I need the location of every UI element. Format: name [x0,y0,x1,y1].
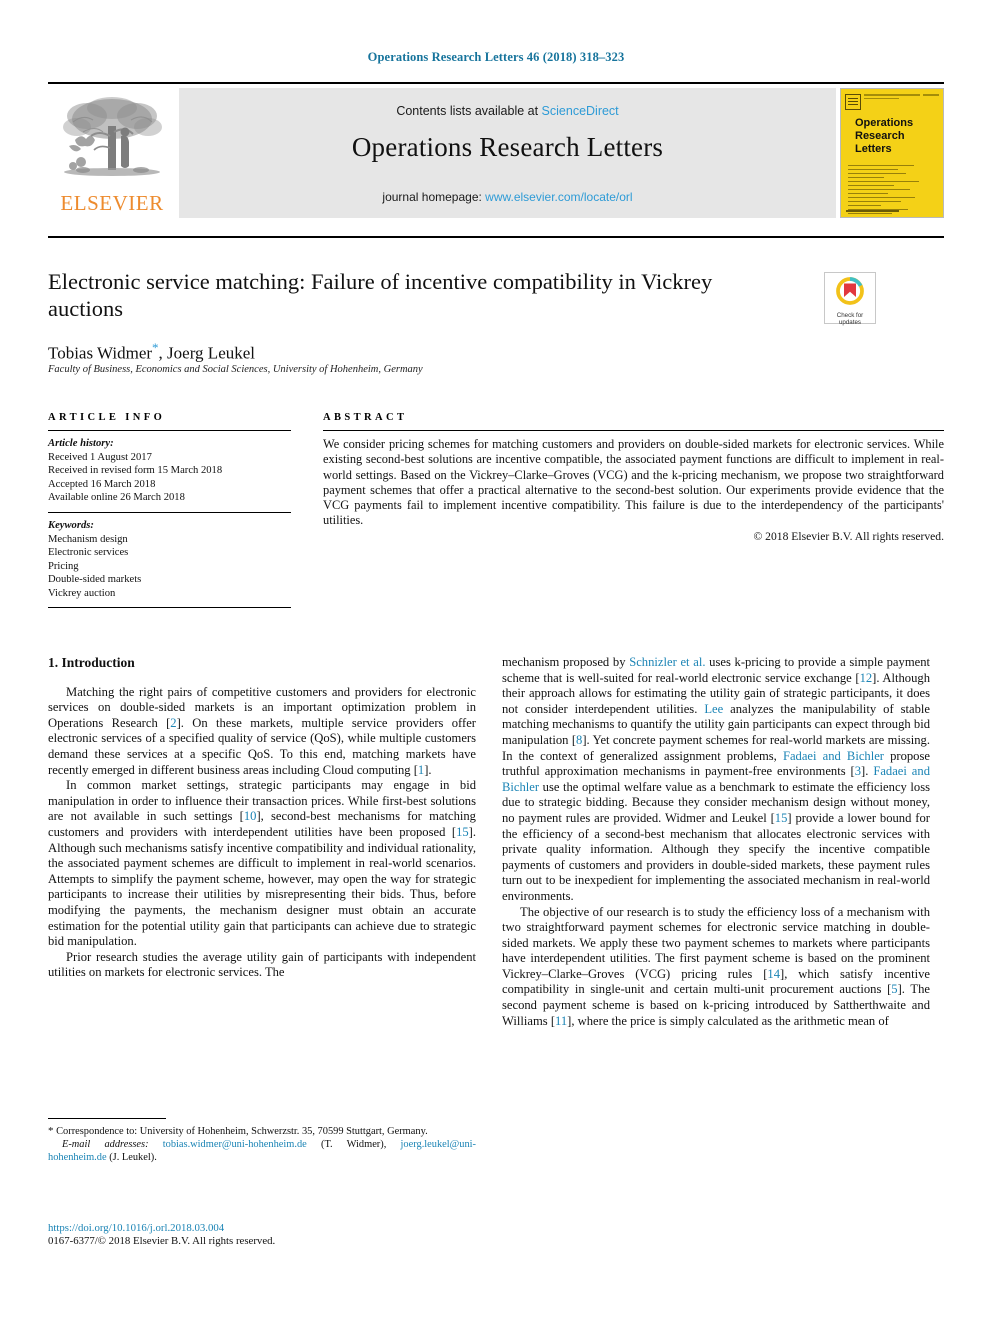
history-item: Received 1 August 2017 [48,451,152,463]
author-rest: , Joerg Leukel [158,343,256,363]
homepage-prefix: journal homepage: [382,190,486,204]
elsevier-wordmark: ELSEVIER [60,191,164,215]
article-history-block: Article history: Received 1 August 2017 … [48,437,291,505]
elsevier-tree-icon [63,97,162,176]
paragraph: Matching the right pairs of competitive … [48,684,476,777]
title-divider [48,236,944,238]
elsevier-logo: ELSEVIER [48,88,176,218]
running-head: Operations Research Letters 46 (2018) 31… [367,50,625,64]
abstract-text: We consider pricing schemes for matching… [323,437,944,528]
correspondence-note: * Correspondence to: University of Hohen… [48,1125,476,1138]
article-info-heading: ARTICLE INFO [48,412,166,423]
keyword-item: Double-sided markets [48,574,142,586]
keyword-item: Pricing [48,560,79,572]
abstract-heading: ABSTRACT [323,412,408,423]
paper-title: Electronic service matching: Failure of … [48,269,713,321]
email-owner-leukel: (J. Leukel). [109,1152,157,1163]
history-item: Received in revised form 15 March 2018 [48,465,223,477]
crossmark-badge[interactable]: Check for updates [824,272,876,327]
body-column-left: 1. Introduction Matching the right pairs… [48,655,476,981]
journal-homepage-line: journal homepage: www.elsevier.com/locat… [179,190,836,204]
crossmark-icon [836,277,864,305]
doi-link[interactable]: https://doi.org/10.1016/j.orl.2018.03.00… [48,1222,476,1235]
issn-copyright-line: 0167-6377/© 2018 Elsevier B.V. All right… [48,1235,276,1248]
keyword-item: Vickrey auction [48,587,116,599]
paragraph: Prior research studies the average utili… [48,949,476,980]
footnote-area: * Correspondence to: University of Hohen… [48,1118,476,1164]
journal-banner: Contents lists available at ScienceDirec… [179,88,836,218]
abstract-copyright: © 2018 Elsevier B.V. All rights reserved… [753,529,944,543]
paragraph: In common market settings, strategic par… [48,778,476,949]
keywords-block: Keywords: Mechanism design Electronic se… [48,519,291,601]
footnote-divider [48,1118,166,1119]
paragraph: mechanism proposed by Schnizler et al. u… [502,655,930,903]
keyword-item: Mechanism design [48,533,128,545]
author-list: Tobias Widmer*, Joerg Leukel [48,340,748,364]
contents-available-line: Contents lists available at ScienceDirec… [179,104,836,118]
email-owner-widmer: (T. Widmer), [321,1139,387,1150]
keyword-item: Electronic services [48,547,129,559]
paragraph: The objective of our research is to stud… [502,904,930,1028]
history-item: Accepted 16 March 2018 [48,478,156,490]
sciencedirect-link[interactable]: ScienceDirect [542,104,619,118]
contents-prefix: Contents lists available at [396,104,542,118]
section-heading-introduction: 1. Introduction [48,655,135,670]
email-note: E-mail addresses: tobias.widmer@uni-hohe… [48,1138,476,1164]
correspondence-text: Correspondence to: University of Hohenhe… [56,1126,428,1137]
keywords-label: Keywords: [48,519,94,531]
affiliation: Faculty of Business, Economics and Socia… [48,364,423,375]
email-link-widmer[interactable]: tobias.widmer@uni-hohenheim.de [163,1139,307,1150]
abstract-column: ABSTRACT We consider pricing schemes for… [323,412,944,543]
article-history-label: Article history: [48,438,114,449]
paper-page: Operations Research Letters 46 (2018) 31… [0,0,992,1323]
email-label: E-mail addresses: [62,1139,149,1150]
author-first: Tobias Widmer [48,343,153,363]
footnote-asterisk: * [48,1125,54,1137]
crossmark-label: Check for updates [836,312,864,327]
body-column-right: mechanism proposed by Schnizler et al. u… [502,655,930,1029]
article-info-column: ARTICLE INFO Article history: Received 1… [48,412,291,614]
journal-title: Operations Research Letters [351,132,664,162]
cover-logo-icon [845,94,861,110]
journal-homepage-link[interactable]: www.elsevier.com/locate/orl [485,190,632,204]
cover-title: Operations Research Letters [855,117,914,155]
journal-masthead: ELSEVIER Contents lists available at Sci… [48,82,944,220]
journal-cover-thumbnail[interactable]: Operations Research Letters [840,88,944,218]
history-item: Available online 26 March 2018 [48,492,185,504]
doi-block: https://doi.org/10.1016/j.orl.2018.03.00… [48,1222,476,1249]
